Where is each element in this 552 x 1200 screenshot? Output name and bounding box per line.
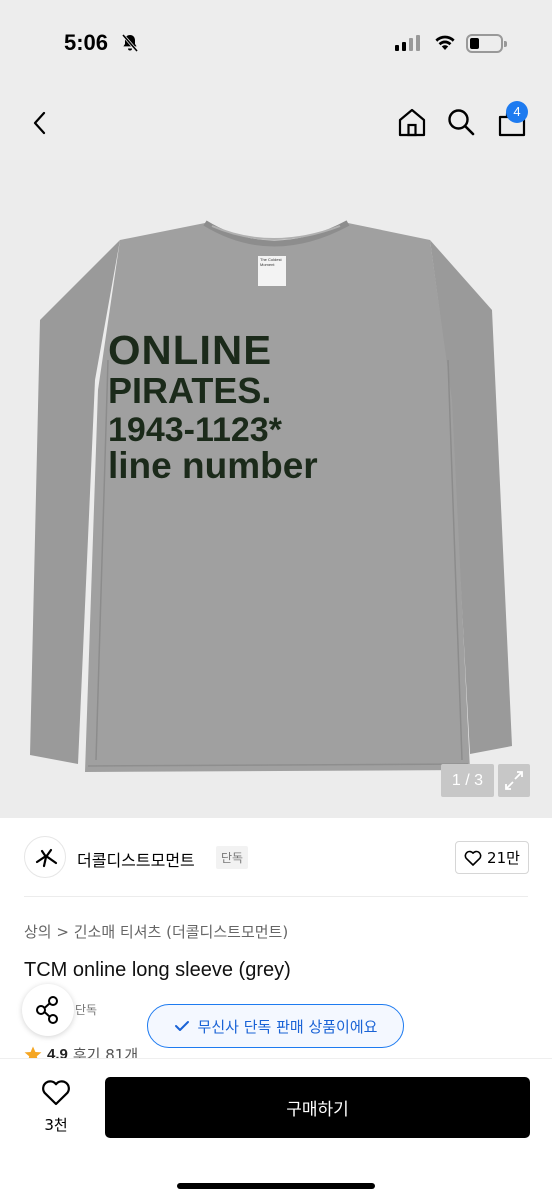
bell-muted-icon (121, 34, 139, 52)
search-icon[interactable] (445, 106, 477, 138)
check-icon (174, 1021, 189, 1031)
brand-name[interactable]: 더콜디스트모먼트 (77, 847, 195, 871)
buy-button[interactable]: 구매하기 (105, 1077, 530, 1138)
expand-icon (505, 771, 523, 790)
expand-button[interactable] (498, 764, 530, 797)
exclusive-label: 단독 (75, 1003, 98, 1017)
print-line-1: ONLINE (108, 327, 273, 373)
home-indicator (177, 1183, 375, 1189)
bottom-action-bar: 3천 구매하기 (0, 1058, 552, 1200)
breadcrumb-separator: > (56, 923, 69, 941)
status-bar: 5:06 (0, 0, 552, 90)
wishlist-button[interactable]: 3천 (34, 1079, 78, 1135)
top-nav: 4 (0, 90, 552, 160)
share-icon (36, 996, 58, 1024)
heart-icon (464, 850, 482, 866)
share-button[interactable] (22, 984, 74, 1036)
exclusive-badge: 단독 (216, 846, 249, 869)
cart-count-badge: 4 (506, 101, 528, 123)
print-line-2: PIRATES. (108, 370, 272, 411)
brand-like-count: 21만 (487, 849, 520, 867)
heart-icon (42, 1080, 70, 1106)
brand-like-button[interactable]: 21만 (455, 841, 529, 874)
breadcrumb-category[interactable]: 상의 (24, 923, 52, 941)
exclusive-toast: 무신사 단독 판매 상품이에요 (147, 1004, 404, 1048)
wishlist-count: 3천 (44, 1116, 68, 1134)
signal-icon (395, 35, 420, 51)
image-counter: 1 / 3 (441, 764, 494, 797)
product-image[interactable]: The Coldest Moment ONLINE PIRATES. 1943-… (0, 160, 552, 818)
product-title: TCM online long sleeve (grey) (24, 959, 291, 981)
breadcrumb: 상의 > 긴소매 티셔츠 (더콜디스트모먼트) (24, 921, 288, 942)
brand-logo-icon (35, 848, 58, 868)
battery-icon (466, 34, 507, 53)
breadcrumb-subcategory[interactable]: 긴소매 티셔츠 (74, 923, 162, 941)
toast-text: 무신사 단독 판매 상품이에요 (197, 1017, 378, 1036)
brand-row: 더콜디스트모먼트 단독 21만 (0, 818, 552, 896)
divider (24, 896, 528, 897)
neck-label: The Coldest Moment (258, 256, 286, 286)
wifi-icon (435, 35, 455, 50)
status-time: 5:06 (64, 30, 109, 55)
brand-logo[interactable] (24, 836, 66, 878)
breadcrumb-brand[interactable]: (더콜디스트모먼트) (166, 923, 288, 941)
back-icon[interactable] (26, 108, 56, 138)
shirt-print-text: ONLINE PIRATES. 1943-1123* line number (108, 330, 398, 486)
home-icon[interactable] (396, 106, 428, 138)
print-line-3: 1943-1123* (108, 411, 282, 449)
print-line-4: line number (108, 445, 318, 486)
